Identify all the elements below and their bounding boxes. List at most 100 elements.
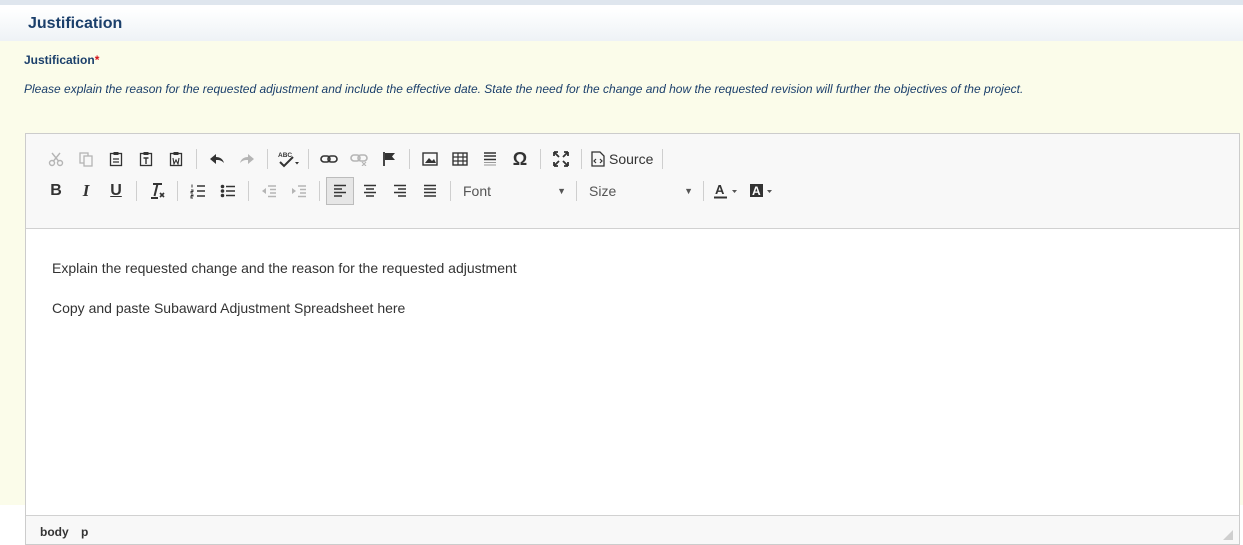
undo-button[interactable] [203, 145, 231, 173]
link-icon [320, 155, 338, 163]
toolbar-separator [196, 149, 197, 169]
elements-path: body p [40, 525, 97, 539]
redo-button[interactable] [233, 145, 261, 173]
text-color-icon: A [714, 182, 737, 199]
copy-icon [79, 152, 93, 167]
remove-format-icon [151, 183, 165, 199]
remove-format-button[interactable] [143, 177, 171, 205]
align-left-icon [334, 184, 346, 197]
spellcheck-button[interactable]: ABC [274, 145, 302, 173]
undo-icon [210, 154, 224, 164]
flag-icon [383, 152, 395, 166]
path-item-body[interactable]: body [40, 525, 69, 539]
background-color-letter: A [752, 184, 761, 198]
numbered-list-button[interactable] [184, 177, 212, 205]
path-item-p[interactable]: p [81, 525, 88, 539]
outdent-button[interactable] [255, 177, 283, 205]
bullet-list-icon [220, 184, 235, 198]
required-marker: * [94, 53, 100, 67]
justify-button[interactable] [416, 177, 444, 205]
top-border [0, 0, 1243, 5]
align-right-button[interactable] [386, 177, 414, 205]
paste-text-icon [139, 152, 153, 167]
bold-button[interactable]: B [42, 177, 70, 205]
toolbar-separator [308, 149, 309, 169]
size-dropdown-label: Size [589, 183, 617, 199]
toolbar-separator [450, 181, 451, 201]
toolbar-separator [136, 181, 137, 201]
field-help-text: Please explain the reason for the reques… [24, 82, 1024, 96]
special-char-button[interactable]: Ω [506, 145, 534, 173]
editor-content[interactable]: Explain the requested change and the rea… [26, 228, 1239, 518]
source-label: Source [609, 151, 654, 167]
table-button[interactable] [446, 145, 474, 173]
outdent-icon [262, 185, 276, 198]
paste-button[interactable] [102, 145, 130, 173]
horizontal-line-icon [484, 152, 496, 166]
underline-icon: U [110, 182, 122, 199]
font-dropdown[interactable]: Font ▼ [457, 178, 572, 204]
unlink-icon [350, 154, 368, 166]
italic-button[interactable]: I [72, 177, 100, 205]
indent-icon [292, 185, 306, 198]
size-dropdown[interactable]: Size ▼ [583, 178, 699, 204]
content-paragraph[interactable]: Copy and paste Subaward Adjustment Sprea… [52, 300, 405, 316]
chevron-down-icon: ▼ [557, 186, 566, 196]
copy-button[interactable] [72, 145, 100, 173]
toolbar-separator [177, 181, 178, 201]
toolbar-separator [581, 149, 582, 169]
field-label: Justification* [24, 53, 99, 67]
numbered-list-icon [190, 184, 205, 199]
spellcheck-icon-text: ABC [278, 152, 292, 159]
toolbar-separator [319, 181, 320, 201]
toolbar-separator [267, 149, 268, 169]
justification-field: Justification* Please explain the reason… [0, 41, 1243, 545]
toolbar-row-2: B I U Font ▼ Size ▼ A A [42, 176, 782, 206]
underline-button[interactable]: U [102, 177, 130, 205]
align-center-button[interactable] [356, 177, 384, 205]
align-left-button[interactable] [326, 177, 354, 205]
content-paragraph[interactable]: Explain the requested change and the rea… [52, 260, 517, 276]
background-color-button[interactable]: A [746, 177, 780, 205]
paste-icon [109, 152, 123, 167]
cut-button[interactable] [42, 145, 70, 173]
paste-word-icon [169, 152, 183, 167]
toolbar-separator [576, 181, 577, 201]
section-header: Justification [0, 9, 1243, 42]
editor-status-bar: body p [26, 515, 1239, 544]
toolbar-separator [540, 149, 541, 169]
toolbar-separator [248, 181, 249, 201]
text-color-button[interactable]: A [710, 177, 744, 205]
cut-icon [48, 152, 64, 167]
anchor-button[interactable] [375, 145, 403, 173]
toolbar-separator [662, 149, 664, 169]
source-icon [591, 151, 605, 167]
table-icon [452, 152, 468, 166]
source-button[interactable]: Source [588, 145, 656, 173]
section-title: Justification [28, 15, 123, 32]
image-button[interactable] [416, 145, 444, 173]
font-dropdown-label: Font [463, 183, 492, 199]
omega-icon: Ω [512, 148, 528, 169]
align-center-icon [364, 184, 376, 197]
redo-icon [240, 154, 254, 164]
field-label-text: Justification [24, 53, 95, 67]
horizontal-line-button[interactable] [476, 145, 504, 173]
link-button[interactable] [315, 145, 343, 173]
toolbar-separator [703, 181, 704, 201]
background-color-icon: A [750, 184, 772, 198]
image-icon [422, 152, 438, 166]
paste-text-button[interactable] [132, 145, 160, 173]
bold-icon: B [50, 182, 62, 199]
maximize-icon [553, 151, 569, 167]
indent-button[interactable] [285, 177, 313, 205]
paste-word-button[interactable] [162, 145, 190, 173]
maximize-button[interactable] [547, 145, 575, 173]
bullet-list-button[interactable] [214, 177, 242, 205]
resize-handle-icon[interactable] [1223, 530, 1233, 540]
toolbar-separator [409, 149, 410, 169]
text-color-letter: A [715, 182, 725, 197]
editor-toolbar: ABC Ω Source B I U Font ▼ Size ▼ A A [26, 134, 1239, 229]
toolbar-row-1: ABC Ω Source [42, 144, 669, 174]
unlink-button[interactable] [345, 145, 373, 173]
